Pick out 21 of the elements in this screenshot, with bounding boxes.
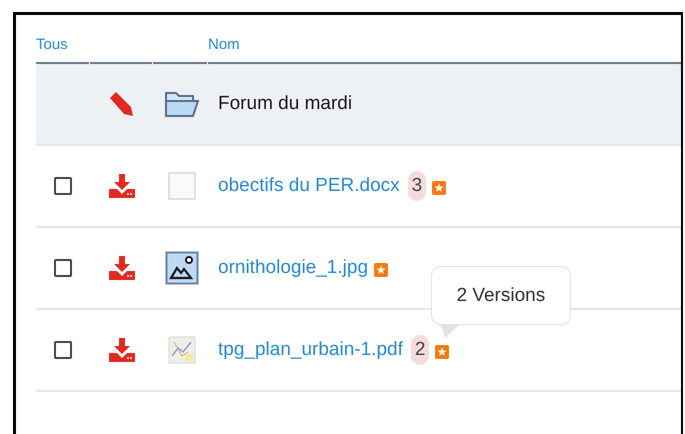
folder-name[interactable]: Forum du mardi [211, 90, 352, 118]
star-icon[interactable] [432, 180, 446, 194]
checkbox[interactable] [54, 341, 72, 359]
select-all-link[interactable]: Tous [36, 37, 68, 52]
download-icon[interactable] [108, 255, 136, 281]
tooltip: 2 Versions [430, 266, 571, 338]
document-thumbnail-icon [168, 172, 196, 200]
folder-icon [164, 89, 200, 119]
version-count[interactable]: 3 [408, 171, 426, 201]
star-icon[interactable] [374, 262, 388, 276]
checkbox[interactable] [54, 259, 72, 277]
download-icon[interactable] [108, 173, 136, 199]
file-link[interactable]: obectifs du PER.docx [211, 172, 400, 200]
download-icon[interactable] [108, 337, 136, 363]
map-thumbnail-icon [168, 336, 196, 364]
file-link[interactable]: tpg_plan_urbain-1.pdf [211, 336, 403, 364]
file-link[interactable]: ornithologie_1.jpg [211, 254, 368, 282]
checkbox[interactable] [54, 177, 72, 195]
star-icon[interactable] [435, 344, 450, 358]
name-column-header[interactable]: Nom [208, 37, 240, 52]
image-icon [165, 251, 199, 285]
